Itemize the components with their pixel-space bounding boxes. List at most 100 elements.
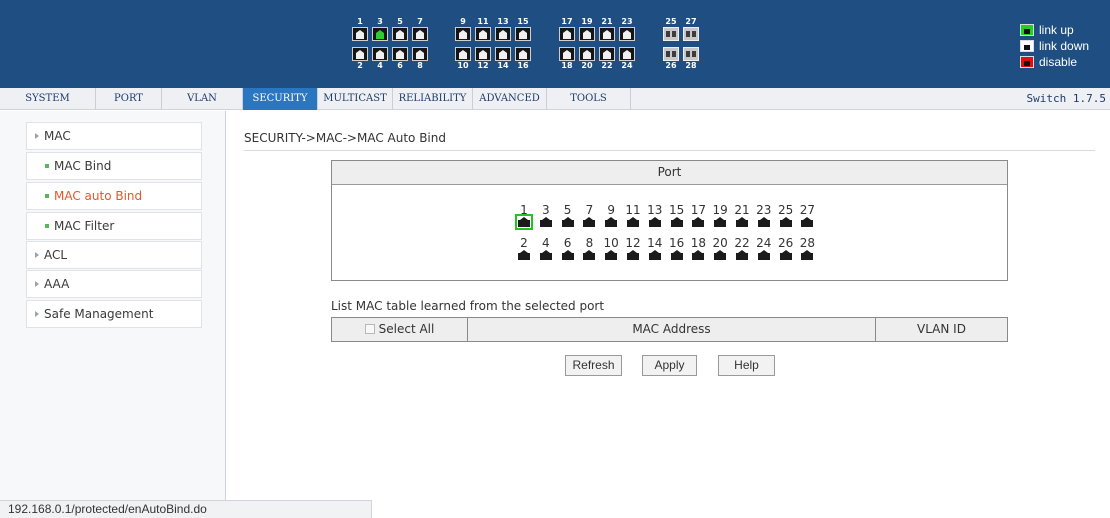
panel-port-6[interactable]: 6	[391, 47, 409, 71]
port-select-24[interactable]: 24	[755, 236, 773, 260]
sidebar-item-safe-management[interactable]: Safe Management	[26, 300, 202, 328]
tab-system[interactable]: SYSTEM	[0, 88, 96, 110]
port-select-20[interactable]: 20	[711, 236, 729, 260]
panel-port-21[interactable]: 21	[598, 17, 616, 41]
port-select-12[interactable]: 12	[624, 236, 642, 260]
panel-port-number: 8	[417, 61, 423, 70]
ethernet-port-icon	[372, 27, 388, 41]
panel-port-16[interactable]: 16	[514, 47, 532, 71]
port-select-25[interactable]: 25	[777, 203, 795, 227]
port-number-label: 4	[541, 236, 550, 250]
port-select-14[interactable]: 14	[646, 236, 664, 260]
ethernet-port-icon	[352, 27, 368, 41]
panel-port-13[interactable]: 13	[494, 17, 512, 41]
panel-port-28[interactable]: 28	[682, 47, 700, 71]
apply-button[interactable]: Apply	[642, 355, 697, 376]
port-select-17[interactable]: 17	[689, 203, 707, 227]
port-select-27[interactable]: 27	[798, 203, 816, 227]
ethernet-port-icon	[801, 217, 814, 227]
tab-security[interactable]: SECURITY	[243, 88, 318, 110]
panel-port-5[interactable]: 5	[391, 17, 409, 41]
port-select-16[interactable]: 16	[668, 236, 686, 260]
panel-port-4[interactable]: 4	[371, 47, 389, 71]
sidebar-item-aaa[interactable]: AAA	[26, 270, 202, 298]
panel-port-14[interactable]: 14	[494, 47, 512, 71]
panel-port-number: 20	[581, 61, 593, 70]
port-select-6[interactable]: 6	[559, 236, 577, 260]
ethernet-port-icon	[455, 27, 471, 41]
port-select-2[interactable]: 2	[515, 236, 533, 260]
port-select-3[interactable]: 3	[537, 203, 555, 227]
port-select-18[interactable]: 18	[689, 236, 707, 260]
refresh-button[interactable]: Refresh	[565, 355, 622, 376]
panel-port-8[interactable]: 8	[411, 47, 429, 71]
panel-port-7[interactable]: 7	[411, 17, 429, 41]
port-number-label: 20	[712, 236, 728, 250]
panel-port-24[interactable]: 24	[618, 47, 636, 71]
port-select-15[interactable]: 15	[668, 203, 686, 227]
panel-port-25[interactable]: 25	[662, 17, 680, 41]
panel-port-9[interactable]: 9	[454, 17, 472, 41]
port-select-21[interactable]: 21	[733, 203, 751, 227]
panel-port-number: 1	[357, 17, 363, 26]
panel-port-number: 15	[517, 17, 529, 26]
port-select-10[interactable]: 10	[602, 236, 620, 260]
panel-port-20[interactable]: 20	[578, 47, 596, 71]
port-select-1[interactable]: 1	[515, 203, 533, 230]
port-select-9[interactable]: 9	[602, 203, 620, 227]
port-select-11[interactable]: 11	[624, 203, 642, 227]
tab-reliability[interactable]: RELIABILITY	[393, 88, 473, 110]
sidebar-item-mac-bind[interactable]: MAC Bind	[26, 152, 202, 180]
port-select-4[interactable]: 4	[537, 236, 555, 260]
panel-port-23[interactable]: 23	[618, 17, 636, 41]
legend-link-down-label: link down	[1039, 39, 1090, 53]
select-all-checkbox[interactable]	[364, 324, 375, 334]
port-number-label: 1	[520, 203, 528, 217]
ethernet-port-icon	[579, 27, 595, 41]
vlan-id-column-header: VLAN ID	[917, 322, 966, 336]
panel-port-26[interactable]: 26	[662, 47, 680, 71]
port-select-26[interactable]: 26	[777, 236, 795, 260]
ethernet-port-icon	[561, 217, 574, 227]
select-all-cell[interactable]: Select All	[332, 318, 468, 341]
port-select-28[interactable]: 28	[798, 236, 816, 260]
ethernet-port-icon	[714, 217, 727, 227]
tab-advanced[interactable]: ADVANCED	[473, 88, 547, 110]
sidebar-item-mac[interactable]: MAC	[26, 122, 202, 150]
panel-port-19[interactable]: 19	[578, 17, 596, 41]
ethernet-port-icon	[627, 250, 639, 260]
tab-tools[interactable]: TOOLS	[547, 88, 631, 110]
panel-port-number: 24	[621, 61, 633, 70]
port-select-22[interactable]: 22	[733, 236, 751, 260]
port-select-23[interactable]: 23	[755, 203, 773, 227]
sidebar-item-label: MAC Filter	[54, 219, 115, 233]
panel-port-11[interactable]: 11	[474, 17, 492, 41]
tab-multicast[interactable]: MULTICAST	[318, 88, 393, 110]
port-select-13[interactable]: 13	[646, 203, 664, 227]
sidebar-item-mac-auto-bind[interactable]: MAC auto Bind	[26, 182, 202, 210]
panel-port-17[interactable]: 17	[558, 17, 576, 41]
tab-port[interactable]: PORT	[96, 88, 162, 110]
sidebar-item-label: ACL	[44, 248, 68, 262]
panel-port-15[interactable]: 15	[514, 17, 532, 41]
panel-port-1[interactable]: 1	[351, 17, 369, 41]
panel-port-2[interactable]: 2	[351, 47, 369, 71]
port-select-19[interactable]: 19	[711, 203, 729, 227]
sidebar-item-acl[interactable]: ACL	[26, 241, 202, 269]
panel-port-10[interactable]: 10	[454, 47, 472, 71]
panel-port-12[interactable]: 12	[474, 47, 492, 71]
help-button[interactable]: Help	[718, 355, 775, 376]
ethernet-port-icon	[648, 250, 661, 260]
disable-icon	[1020, 56, 1034, 68]
panel-port-27[interactable]: 27	[682, 17, 700, 41]
ethernet-port-icon	[599, 47, 615, 61]
panel-port-18[interactable]: 18	[558, 47, 576, 71]
port-select-8[interactable]: 8	[580, 236, 598, 260]
panel-port-22[interactable]: 22	[598, 47, 616, 71]
panel-port-3[interactable]: 3	[371, 17, 389, 41]
tab-vlan[interactable]: VLAN	[162, 88, 243, 110]
panel-port-number: 17	[561, 17, 573, 26]
sidebar-item-mac-filter[interactable]: MAC Filter	[26, 212, 202, 240]
port-select-5[interactable]: 5	[559, 203, 577, 227]
port-select-7[interactable]: 7	[580, 203, 598, 227]
